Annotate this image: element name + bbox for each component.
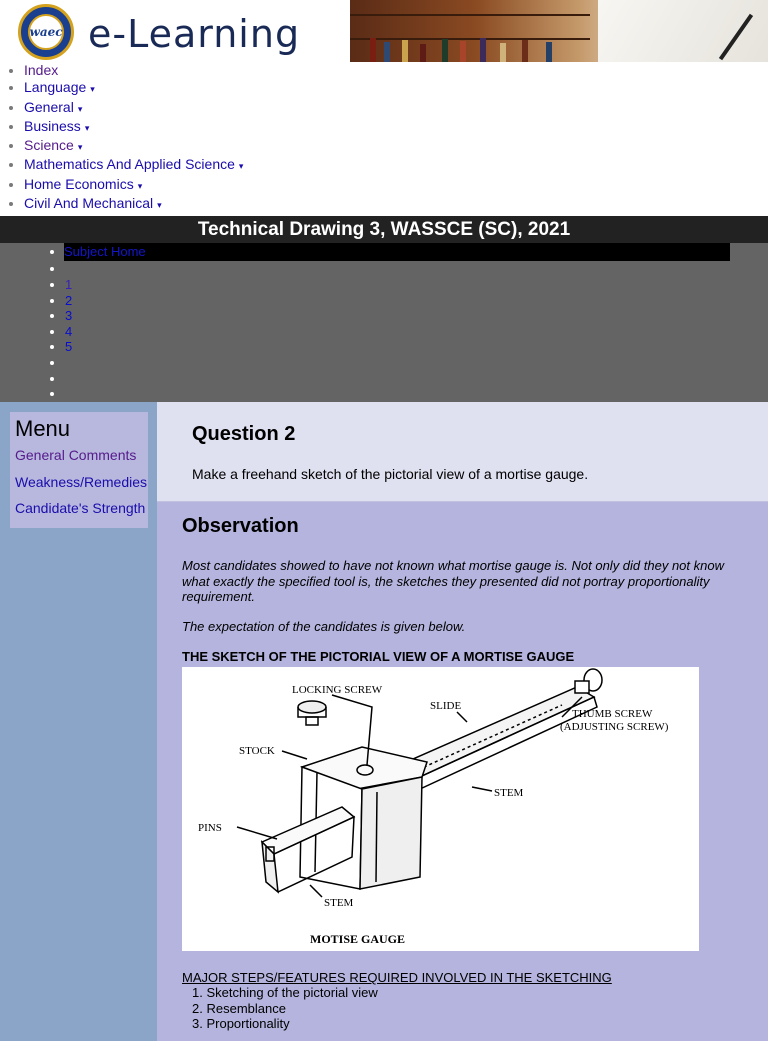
pagination-item: 2 [65, 293, 768, 309]
nav-link-index[interactable]: Index [24, 62, 58, 78]
observation-paragraph: Most candidates showed to have not known… [182, 558, 724, 605]
nav-link-language[interactable]: Language [24, 79, 86, 95]
nav-item: Home Economics ▾ [24, 176, 768, 195]
waec-logo[interactable]: waec [18, 4, 74, 60]
question-heading: Question 2 [192, 423, 296, 446]
dropdown-caret-icon[interactable]: ▾ [78, 142, 83, 152]
page-3-link[interactable]: 3 [65, 308, 72, 323]
nav-link-mathematics-and-applied-science[interactable]: Mathematics And Applied Science [24, 156, 235, 172]
step-item: 1. Sketching of the pictorial view [192, 985, 378, 1001]
steps-list: 1. Sketching of the pictorial view 2. Re… [182, 985, 768, 1032]
mortise-gauge-figure: LOCKING SCREW SLIDE THUMB SCREW (ADJUSTI… [182, 667, 699, 952]
dropdown-caret-icon[interactable]: ▾ [90, 84, 95, 94]
page-title: Technical Drawing 3, WASSCE (SC), 2021 [0, 216, 768, 244]
pagination-item-empty [65, 371, 768, 387]
pagination-item-empty [65, 386, 768, 402]
page-1-link[interactable]: 1 [65, 277, 72, 292]
dropdown-caret-icon[interactable]: ▾ [85, 123, 90, 133]
menu-item-weakness-remedies[interactable]: Weakness/Remedies [10, 469, 148, 496]
header-banner-image [350, 0, 768, 62]
pagination-item-empty [65, 261, 768, 277]
nav-link-home-economics[interactable]: Home Economics [24, 176, 134, 192]
label-thumb-screw: THUMB SCREW [572, 708, 653, 720]
nav-item: Civil And Mechanical ▾ [24, 195, 768, 214]
page-4-link[interactable]: 4 [65, 324, 72, 339]
figure-caption: THE SKETCH OF THE PICTORIAL VIEW OF A MO… [182, 649, 575, 665]
pagination-item-empty [65, 355, 768, 371]
dropdown-caret-icon[interactable]: ▾ [78, 104, 83, 114]
pagination-item: 3 [65, 308, 768, 324]
logo-text: waec [28, 14, 64, 50]
pagination-item: 5 [65, 339, 768, 355]
label-stem-right: STEM [494, 787, 524, 799]
nav-item: General ▾ [24, 99, 768, 118]
side-menu: Menu General Comments Weakness/Remedies … [10, 412, 148, 529]
nav-item: Index [24, 62, 768, 79]
page-2-link[interactable]: 2 [65, 293, 72, 308]
question-text: Make a freehand sketch of the pictorial … [192, 466, 589, 483]
label-adjusting-screw: (ADJUSTING SCREW) [560, 721, 669, 733]
expectation-paragraph: The expectation of the candidates is giv… [182, 618, 466, 634]
dropdown-caret-icon[interactable]: ▾ [239, 161, 244, 171]
mortise-gauge-drawing: LOCKING SCREW SLIDE THUMB SCREW (ADJUSTI… [198, 668, 669, 946]
nav-link-civil-and-mechanical[interactable]: Civil And Mechanical [24, 195, 153, 211]
brand-title: e-Learning [88, 12, 301, 56]
pagination-item: 4 [65, 324, 768, 340]
label-stock: STOCK [239, 745, 275, 757]
label-locking-screw: LOCKING SCREW [292, 684, 383, 696]
article: Question 2 Make a freehand sketch of the… [157, 402, 768, 1041]
menu-item-candidates-strength[interactable]: Candidate's Strength [10, 495, 148, 522]
question-box: Question 2 Make a freehand sketch of the… [157, 402, 768, 503]
steps-title: MAJOR STEPS/FEATURES REQUIRED INVOLVED I… [182, 970, 612, 986]
nav-link-science[interactable]: Science [24, 137, 74, 153]
pagination-item-subject-home: Subject Home [64, 243, 768, 262]
subject-pagination: Subject Home 1 2 3 4 5 [0, 243, 768, 403]
nav-item: Science ▾ [24, 137, 768, 156]
nav-item: Business ▾ [24, 118, 768, 137]
main-content: Menu General Comments Weakness/Remedies … [0, 402, 768, 1041]
step-item: 3. Proportionality [192, 1016, 290, 1032]
page-5-link[interactable]: 5 [65, 339, 72, 354]
menu-heading: Menu [15, 416, 71, 442]
label-stem-bottom: STEM [324, 897, 354, 909]
observation-heading: Observation [182, 515, 299, 538]
dropdown-caret-icon[interactable]: ▾ [138, 181, 143, 191]
dropdown-caret-icon[interactable]: ▾ [157, 200, 162, 210]
site-header: waec e-Learning [0, 0, 768, 62]
pagination-item: 1 [65, 277, 768, 293]
nav-item: Mathematics And Applied Science ▾ [24, 156, 768, 175]
left-sidebar: Menu General Comments Weakness/Remedies … [0, 402, 157, 1041]
menu-item-general-comments[interactable]: General Comments [10, 442, 148, 469]
main-nav: IndexLanguage▾General▾Business▾Science▾M… [0, 62, 768, 214]
label-pins: PINS [198, 822, 222, 834]
step-item: 2. Resemblance [192, 1000, 286, 1016]
figure-title: MOTISE GAUGE [310, 932, 405, 946]
nav-item: Language ▾ [24, 79, 768, 98]
nav-link-general[interactable]: General [24, 99, 74, 115]
label-slide: SLIDE [430, 700, 461, 712]
subject-home-link[interactable]: Subject Home [64, 244, 146, 259]
nav-link-business[interactable]: Business [24, 118, 81, 134]
observation-box: Observation Most candidates showed to ha… [157, 502, 768, 1041]
